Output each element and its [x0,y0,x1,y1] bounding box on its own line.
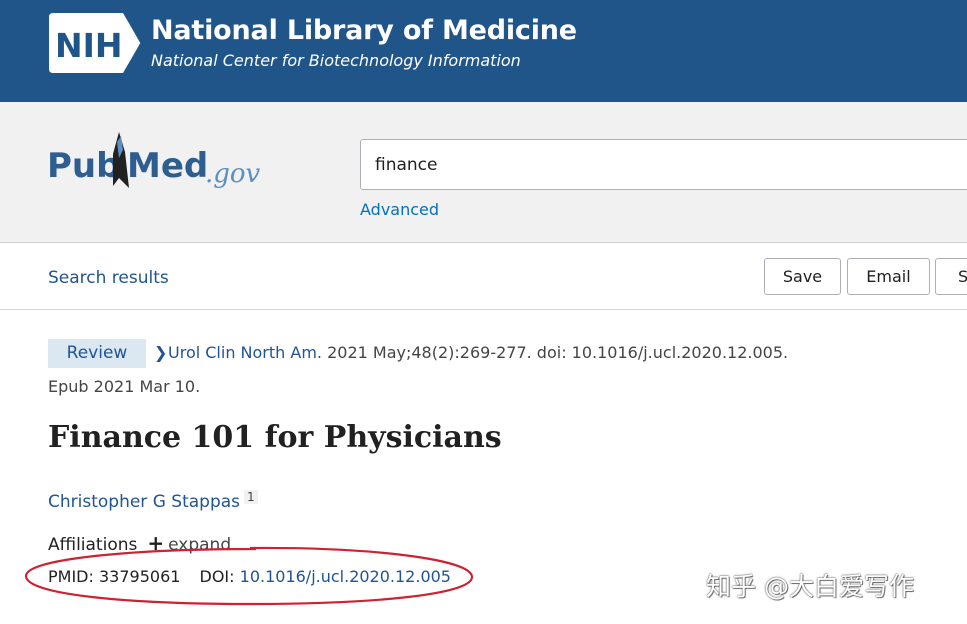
doi-label: DOI: [199,567,235,586]
article-identifiers: PMID: 33795061 DOI: 10.1016/j.ucl.2020.1… [48,567,451,586]
nih-logo-text: NIH [55,26,123,65]
chevron-right-icon[interactable]: ❯ [154,343,168,362]
pmid-value: 33795061 [98,567,181,586]
doi-link[interactable]: 10.1016/j.ucl.2020.12.005 [240,567,451,586]
advanced-search-link[interactable]: Advanced [360,200,439,219]
action-bar: Search results Save Email S [0,243,967,310]
journal-citation: ❯Urol Clin North Am. 2021 May;48(2):269-… [154,343,788,362]
expand-label[interactable]: expand [168,535,231,555]
send-to-button[interactable]: S [935,258,967,295]
watermark: 知乎 @大白爱写作 [706,572,914,601]
search-header: Pub Med .gov Advanced [0,102,967,243]
epub-date: Epub 2021 Mar 10. [48,377,201,396]
author-affiliation-ref[interactable]: 1 [244,490,258,504]
nih-banner: NIH National Library of Medicine Nationa… [0,0,967,102]
pubmed-logo-pub: Pub [47,146,120,186]
nih-subtitle: National Center for Biotechnology Inform… [151,51,521,70]
pubmed-logo-med: Med [127,146,208,186]
journal-link[interactable]: Urol Clin North Am. [168,343,322,362]
author-link[interactable]: Christopher G Stappas [48,492,240,512]
nih-title[interactable]: National Library of Medicine [151,15,577,46]
save-button[interactable]: Save [764,258,841,295]
plus-icon[interactable]: + [147,533,164,553]
nih-logo[interactable]: NIH [47,13,142,73]
affiliations-label: Affiliations [48,535,138,555]
publication-type-badge: Review [48,339,146,368]
search-input[interactable] [360,139,967,190]
pubmed-logo[interactable]: Pub Med .gov [47,128,272,198]
citation-text: 2021 May;48(2):269-277. doi: 10.1016/j.u… [322,343,789,362]
authors-list: Christopher G Stappas 1 [48,490,258,512]
article-title: Finance 101 for Physicians [48,420,502,455]
affiliations-toggle[interactable]: Affiliations + expand [48,533,231,555]
search-results-link[interactable]: Search results [48,268,169,288]
pmid-label: PMID: [48,567,94,586]
pubmed-logo-gov: .gov [205,159,261,189]
email-button[interactable]: Email [847,258,930,295]
